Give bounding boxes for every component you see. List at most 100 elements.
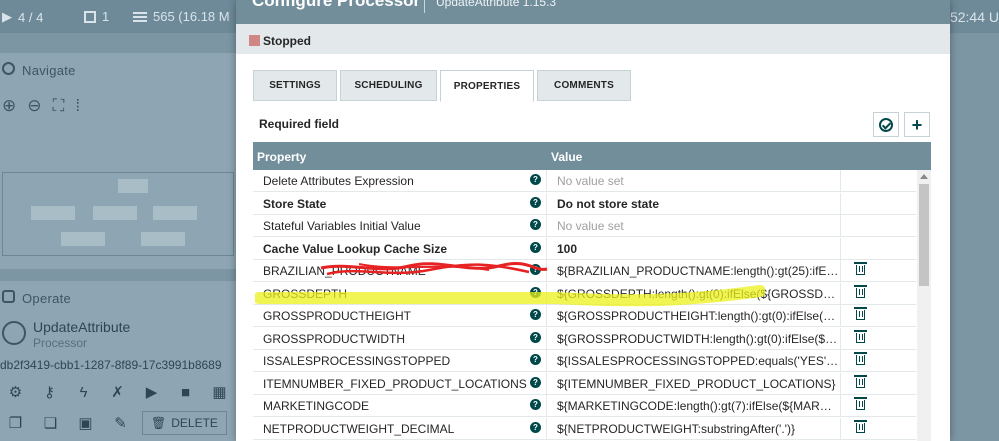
- help-icon[interactable]: ?: [530, 421, 541, 433]
- help-icon[interactable]: ?: [530, 174, 541, 185]
- group-icon[interactable]: ▣: [72, 411, 99, 435]
- delete-property-trash-icon[interactable]: [854, 374, 867, 388]
- template-icon[interactable]: ▦: [206, 380, 233, 404]
- tab-comments[interactable]: COMMENTS: [537, 70, 631, 101]
- property-value[interactable]: ${GROSSPRODUCTHEIGHT:length():gt(0):ifEl…: [557, 309, 839, 323]
- value-cell[interactable]: ${ISSALESPROCESSINGSTOPPED:equals('YES')…: [547, 350, 841, 372]
- table-row[interactable]: GROSSPRODUCTHEIGHT? ${GROSSPRODUCTHEIGHT:…: [253, 305, 916, 327]
- value-cell[interactable]: 100: [547, 237, 841, 260]
- property-cell: GROSSPRODUCTHEIGHT?: [253, 305, 547, 327]
- table-row[interactable]: Cache Value Lookup Cache Size? 100: [253, 237, 916, 260]
- property-name: Delete Attributes Expression: [263, 174, 414, 188]
- tab-settings[interactable]: SETTINGS: [253, 70, 337, 101]
- delete-property-trash-icon[interactable]: [854, 307, 867, 320]
- color-brush-icon[interactable]: ✎: [107, 411, 134, 435]
- property-name: GROSSPRODUCTWIDTH: [263, 331, 405, 346]
- paste-icon[interactable]: ❏: [37, 411, 64, 435]
- scroll-up-arrow[interactable]: [920, 174, 928, 179]
- table-row[interactable]: GROSSPRODUCTWIDTH? ${GROSSPRODUCTWIDTH:le…: [253, 327, 916, 350]
- help-icon[interactable]: ?: [530, 264, 541, 275]
- verify-button[interactable]: [873, 112, 899, 137]
- dialog-subtitle: UpdateAttribute 1.15.3: [436, 0, 557, 9]
- help-icon[interactable]: ?: [530, 196, 541, 208]
- property-value[interactable]: ${GROSSDEPTH:length():gt(0):ifElse(${GRO…: [557, 287, 839, 301]
- table-row[interactable]: Stateful Variables Initial Value? No valu…: [253, 215, 916, 237]
- tab-properties[interactable]: PROPERTIES: [440, 70, 534, 102]
- property-value[interactable]: ${NETPRODUCTWEIGHT:substringAfter('.')}: [557, 422, 839, 436]
- value-cell[interactable]: ${NETPRODUCTWEIGHT:substringAfter('.')}: [547, 417, 841, 440]
- access-key-icon[interactable]: ⚷: [36, 380, 63, 404]
- property-value[interactable]: Do not store state: [557, 197, 839, 211]
- tab-scheduling[interactable]: SCHEDULING: [340, 70, 437, 101]
- scroll-thumb[interactable]: [919, 184, 929, 286]
- fit-icon[interactable]: ⛶: [53, 96, 65, 116]
- zoom-out-icon[interactable]: ⊖: [27, 96, 41, 116]
- table-row[interactable]: MARKETINGCODE? ${MARKETINGCODE:length():g…: [253, 395, 916, 417]
- actual-size-icon[interactable]: ⁞: [75, 96, 80, 116]
- property-value[interactable]: ${MARKETINGCODE:length():gt(7):ifElse(${…: [557, 399, 839, 413]
- help-icon[interactable]: ?: [530, 309, 541, 320]
- plus-icon: +: [911, 114, 923, 135]
- property-value[interactable]: No value set: [557, 219, 839, 233]
- add-property-button[interactable]: +: [904, 112, 930, 137]
- table-row[interactable]: ITEMNUMBER_FIXED_PRODUCT_LOCATIONS? ${ITE…: [253, 372, 916, 395]
- delete-button[interactable]: 🗑 DELETE: [142, 411, 227, 435]
- delete-property-trash-icon[interactable]: [854, 262, 867, 275]
- enable-bolt-icon[interactable]: ϟ: [70, 380, 97, 404]
- value-cell[interactable]: ${BRAZILIAN_PRODUCTNAME:length():gt(25):…: [547, 260, 841, 282]
- table-scrollbar[interactable]: [917, 170, 931, 441]
- start-icon[interactable]: ▶: [138, 380, 165, 404]
- value-cell[interactable]: ${GROSSPRODUCTHEIGHT:length():gt(0):ifEl…: [547, 305, 841, 327]
- property-column-header: Property: [257, 150, 307, 164]
- value-cell[interactable]: No value set: [547, 170, 841, 192]
- help-icon[interactable]: ?: [530, 331, 541, 343]
- action-cell: [841, 193, 916, 215]
- property-cell: Stateful Variables Initial Value?: [253, 215, 547, 237]
- help-icon[interactable]: ?: [530, 354, 541, 365]
- stop-icon[interactable]: ■: [172, 380, 199, 404]
- delete-property-trash-icon[interactable]: [854, 329, 867, 343]
- copy-icon[interactable]: ❐: [2, 411, 29, 435]
- help-icon[interactable]: ?: [530, 286, 541, 298]
- property-cell: Delete Attributes Expression?: [253, 170, 547, 192]
- help-icon[interactable]: ?: [530, 399, 541, 410]
- delete-property-trash-icon[interactable]: [854, 352, 867, 365]
- table-row[interactable]: NETPRODUCTWEIGHT_DECIMAL? ${NETPRODUCTWEI…: [253, 417, 916, 440]
- property-name: NETPRODUCTWEIGHT_DECIMAL: [263, 421, 455, 436]
- value-cell[interactable]: ${GROSSDEPTH:length():gt(0):ifElse(${GRO…: [547, 282, 841, 305]
- dialog-title: Configure Processor: [252, 0, 421, 10]
- configure-gear-icon[interactable]: ⚙: [2, 380, 29, 404]
- table-row[interactable]: Store State? Do not store state: [253, 192, 916, 215]
- help-icon[interactable]: ?: [530, 219, 541, 230]
- property-cell: MARKETINGCODE?: [253, 395, 547, 417]
- birdseye-minimap[interactable]: [2, 172, 234, 256]
- value-cell[interactable]: Do not store state: [547, 192, 841, 215]
- property-name: BRAZILIAN_PRODUCTNAME: [263, 264, 426, 278]
- value-column-header: Value: [551, 150, 583, 164]
- property-value[interactable]: ${ISSALESPROCESSINGSTOPPED:equals('YES')…: [557, 354, 839, 368]
- configure-processor-dialog: Configure Processor UpdateAttribute 1.15…: [236, 0, 950, 441]
- table-row[interactable]: ISSALESPROCESSINGSTOPPED? ${ISSALESPROCES…: [253, 350, 916, 372]
- delete-property-trash-icon[interactable]: [854, 397, 867, 410]
- properties-table: Property Value Delete Attributes Express…: [253, 142, 931, 441]
- property-value[interactable]: ${ITEMNUMBER_FIXED_PRODUCT_LOCATIONS}: [557, 377, 839, 391]
- property-value[interactable]: ${BRAZILIAN_PRODUCTNAME:length():gt(25):…: [557, 264, 839, 278]
- help-icon[interactable]: ?: [530, 241, 541, 253]
- delete-property-trash-icon[interactable]: [854, 419, 867, 433]
- table-row[interactable]: GROSSDEPTH? ${GROSSDEPTH:length():gt(0):i…: [253, 282, 916, 305]
- value-cell[interactable]: ${ITEMNUMBER_FIXED_PRODUCT_LOCATIONS}: [547, 372, 841, 395]
- value-cell[interactable]: ${MARKETINGCODE:length():gt(7):ifElse(${…: [547, 395, 841, 417]
- delete-property-trash-icon[interactable]: [854, 284, 867, 298]
- table-row[interactable]: BRAZILIAN_PRODUCTNAME? ${BRAZILIAN_PRODUC…: [253, 260, 916, 282]
- action-cell: [841, 418, 916, 440]
- table-row[interactable]: Delete Attributes Expression? No value se…: [253, 170, 916, 192]
- disable-icon[interactable]: ✗: [104, 380, 131, 404]
- property-value[interactable]: 100: [557, 242, 839, 256]
- value-cell[interactable]: No value set: [547, 215, 841, 237]
- title-divider: [424, 0, 425, 13]
- property-value[interactable]: ${GROSSPRODUCTWIDTH:length():gt(0):ifEls…: [557, 332, 839, 346]
- zoom-in-icon[interactable]: ⊕: [2, 96, 16, 116]
- value-cell[interactable]: ${GROSSPRODUCTWIDTH:length():gt(0):ifEls…: [547, 327, 841, 350]
- property-value[interactable]: No value set: [557, 174, 839, 188]
- help-icon[interactable]: ?: [530, 376, 541, 388]
